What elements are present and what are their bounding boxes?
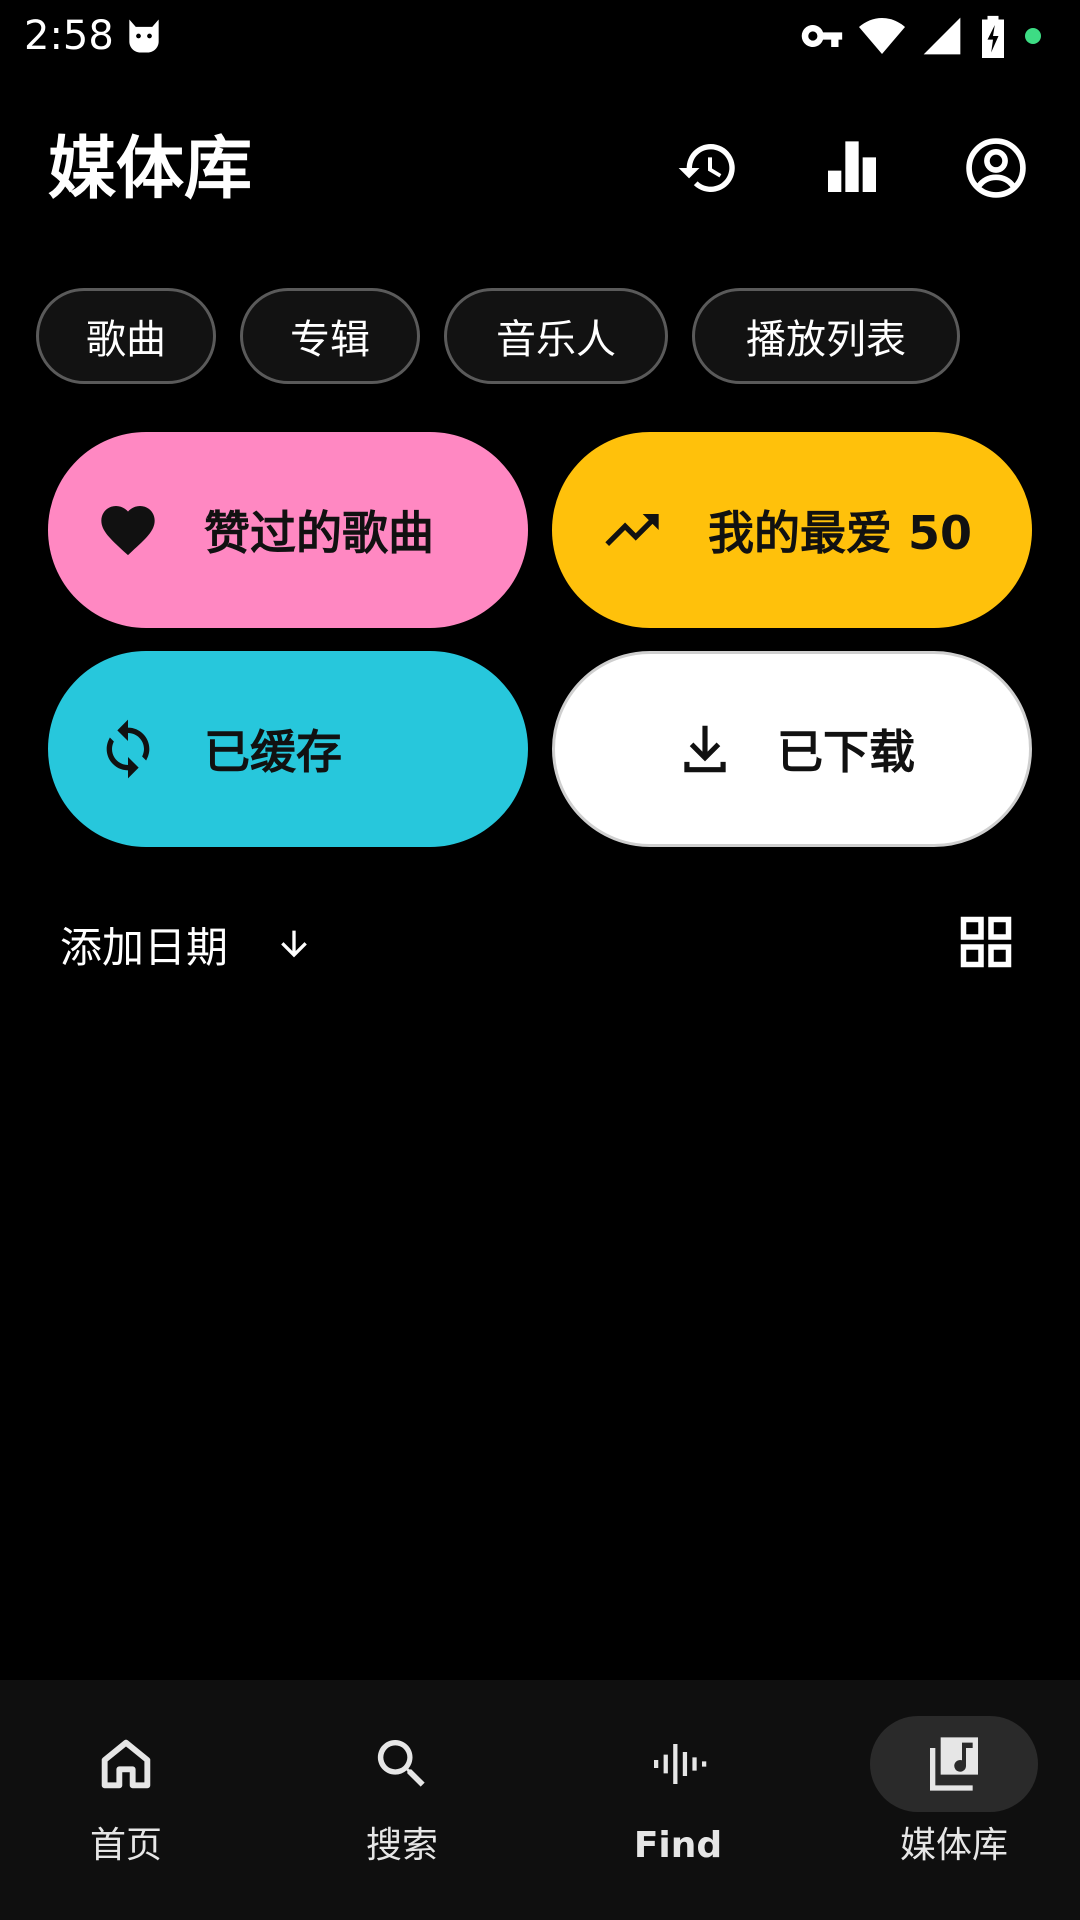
filter-chips: 歌曲 专辑 音乐人 播放列表 — [36, 288, 960, 384]
battery-charging-icon — [978, 14, 1008, 58]
history-button[interactable] — [668, 128, 748, 208]
chip-artists[interactable]: 音乐人 — [444, 288, 668, 384]
account-button[interactable] — [956, 128, 1036, 208]
library-music-icon — [930, 1737, 978, 1791]
chip-albums[interactable]: 专辑 — [240, 288, 420, 384]
vpn-key-icon — [800, 14, 844, 58]
home-icon — [101, 1739, 151, 1789]
page-title: 媒体库 — [48, 130, 253, 209]
status-icons — [800, 12, 1044, 60]
stats-icon — [828, 141, 876, 192]
sort-label: 添加日期 — [60, 922, 229, 972]
wifi-icon — [858, 12, 906, 60]
downloaded-card[interactable]: 已下载 — [552, 651, 1032, 847]
status-time: 2:58 — [24, 13, 114, 59]
nav-item-home[interactable]: 首页 — [26, 1716, 226, 1876]
cached-label: 已缓存 — [204, 725, 342, 779]
nav-item-library[interactable]: 媒体库 — [854, 1716, 1054, 1876]
audio-waveform-icon — [654, 1744, 707, 1784]
liked-songs-label: 赞过的歌曲 — [204, 506, 434, 560]
nav-label-library: 媒体库 — [899, 1825, 1008, 1866]
privacy-dot-icon — [1022, 25, 1044, 47]
nav-item-find[interactable]: Find — [578, 1716, 778, 1876]
nav-item-search[interactable]: 搜索 — [302, 1716, 502, 1876]
nav-label-find: Find — [633, 1825, 723, 1866]
top-50-card[interactable]: 我的最爱 50 — [552, 432, 1032, 628]
liked-songs-card[interactable]: 赞过的歌曲 — [48, 432, 528, 628]
arrow-down-icon — [272, 922, 316, 966]
nav-label-home: 首页 — [89, 1825, 162, 1866]
top-50-label: 我的最爱 50 — [708, 506, 973, 560]
downloaded-label: 已下载 — [777, 725, 915, 779]
status-bar: 2:58 — [0, 0, 1080, 72]
trending-up-icon — [600, 498, 664, 562]
signal-icon — [920, 14, 964, 58]
bottom-nav: 首页 搜索 Find 媒体库 — [0, 1680, 1080, 1920]
heart-icon — [96, 498, 160, 562]
sort-control[interactable]: 添加日期 — [60, 912, 316, 976]
download-icon — [673, 717, 737, 781]
cat-notification-icon — [122, 14, 166, 58]
view-toggle-button[interactable] — [952, 908, 1020, 976]
grid-view-icon — [960, 916, 1012, 968]
history-icon — [678, 143, 735, 192]
chip-playlists[interactable]: 播放列表 — [692, 288, 960, 384]
account-icon — [966, 138, 1026, 198]
sync-icon — [96, 717, 160, 781]
chip-songs[interactable]: 歌曲 — [36, 288, 216, 384]
nav-label-search: 搜索 — [365, 1825, 438, 1866]
active-indicator — [870, 1716, 1038, 1812]
stats-button[interactable] — [812, 128, 892, 208]
cached-card[interactable]: 已缓存 — [48, 651, 528, 847]
search-icon — [377, 1740, 425, 1787]
